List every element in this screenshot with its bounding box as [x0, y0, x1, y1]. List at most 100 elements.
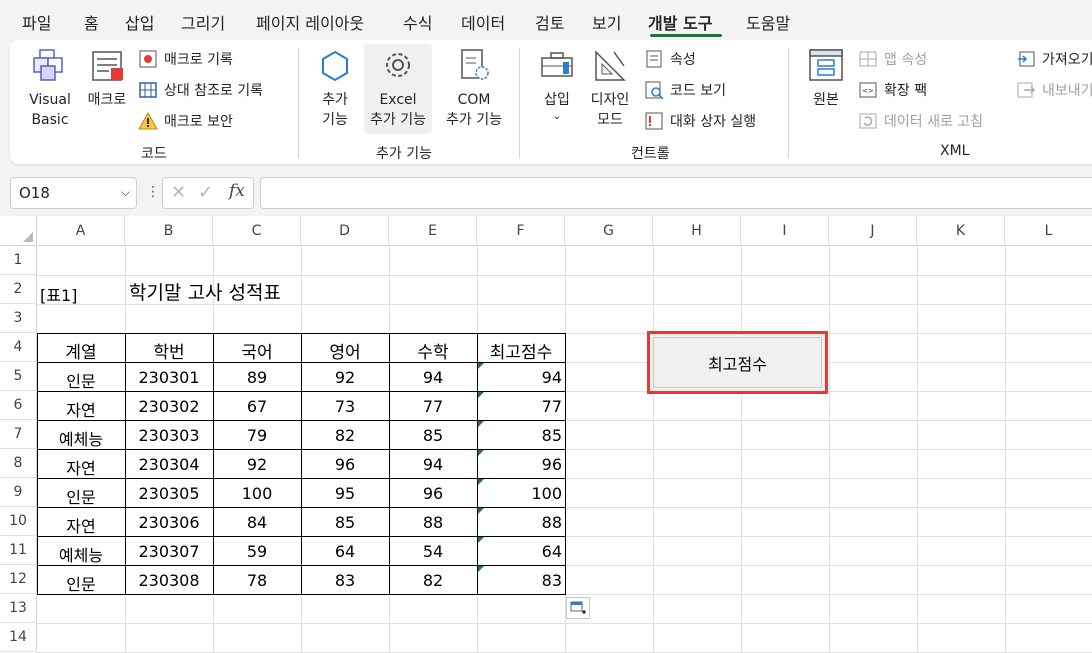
- row-header-10[interactable]: 10: [0, 507, 37, 536]
- design-mode-button[interactable]: 디자인 모드: [584, 46, 636, 130]
- table-cell[interactable]: 88: [477, 513, 565, 532]
- row-header-2[interactable]: 2: [0, 275, 37, 304]
- row-header-14[interactable]: 14: [0, 623, 37, 652]
- table-cell[interactable]: 84: [213, 513, 301, 532]
- table-cell[interactable]: 89: [213, 368, 301, 387]
- macro-security-button[interactable]: 매크로 보안: [138, 111, 233, 131]
- cancel-icon[interactable]: ✕: [171, 182, 186, 203]
- formula-input[interactable]: [260, 177, 1092, 209]
- tab-view[interactable]: 보기: [592, 10, 621, 34]
- table-cell[interactable]: 64: [301, 542, 389, 561]
- table-cell[interactable]: 73: [301, 397, 389, 416]
- error-indicator-icon[interactable]: [478, 421, 484, 427]
- row-header-11[interactable]: 11: [0, 536, 37, 565]
- table-cell[interactable]: 인문: [37, 484, 125, 508]
- row-header-13[interactable]: 13: [0, 594, 37, 623]
- table-cell[interactable]: 230308: [125, 571, 213, 590]
- error-indicator-icon[interactable]: [478, 479, 484, 485]
- add-ins-button[interactable]: 추가 기능: [312, 46, 358, 130]
- error-indicator-icon[interactable]: [478, 537, 484, 543]
- max-score-macro-button[interactable]: 최고점수: [653, 337, 822, 388]
- table-cell[interactable]: 230301: [125, 368, 213, 387]
- confirm-icon[interactable]: ✓: [198, 182, 213, 203]
- select-all-corner[interactable]: [0, 216, 37, 246]
- column-header-a[interactable]: A: [37, 216, 125, 246]
- table-label-cell[interactable]: [표1]: [40, 282, 77, 306]
- row-header-4[interactable]: 4: [0, 333, 37, 362]
- tab-file[interactable]: 파일: [22, 10, 51, 34]
- column-header-k[interactable]: K: [917, 216, 1005, 246]
- row-header-9[interactable]: 9: [0, 478, 37, 507]
- tab-help[interactable]: 도움말: [746, 10, 790, 34]
- expansion-packs-button[interactable]: <> 확장 팩: [858, 80, 927, 100]
- run-dialog-button[interactable]: 대화 상자 실행: [644, 111, 756, 131]
- row-header-5[interactable]: 5: [0, 362, 37, 391]
- sheet-title-cell[interactable]: 학기말 고사 성적표: [129, 278, 281, 305]
- error-indicator-icon[interactable]: [478, 566, 484, 572]
- row-header-3[interactable]: 3: [0, 304, 37, 333]
- table-cell[interactable]: 230304: [125, 455, 213, 474]
- error-indicator-icon[interactable]: [478, 508, 484, 514]
- table-cell[interactable]: 92: [213, 455, 301, 474]
- table-cell[interactable]: 100: [477, 484, 565, 503]
- table-cell[interactable]: 85: [301, 513, 389, 532]
- column-header-e[interactable]: E: [389, 216, 477, 246]
- table-header-cell[interactable]: 계열: [37, 338, 125, 363]
- column-header-b[interactable]: B: [125, 216, 213, 246]
- table-cell[interactable]: 54: [389, 542, 477, 561]
- xml-source-button[interactable]: 원본: [800, 46, 852, 110]
- table-cell[interactable]: 예체능: [37, 542, 125, 566]
- insert-function-icon[interactable]: fx: [229, 181, 245, 201]
- tab-insert[interactable]: 삽입: [125, 10, 154, 34]
- record-macro-button[interactable]: 매크로 기록: [138, 49, 233, 69]
- com-add-ins-button[interactable]: COM 추가 기능: [438, 46, 510, 130]
- properties-button[interactable]: 속성: [644, 49, 696, 69]
- table-cell[interactable]: 77: [389, 397, 477, 416]
- table-cell[interactable]: 100: [213, 484, 301, 503]
- table-cell[interactable]: 83: [301, 571, 389, 590]
- import-button[interactable]: 가져오기: [1016, 49, 1092, 69]
- view-code-button[interactable]: 코드 보기: [644, 80, 726, 100]
- table-cell[interactable]: 94: [477, 368, 565, 387]
- tab-home[interactable]: 홈: [84, 10, 99, 34]
- table-cell[interactable]: 82: [301, 426, 389, 445]
- tab-developer[interactable]: 개발 도구: [648, 10, 712, 34]
- table-cell[interactable]: 자연: [37, 397, 125, 421]
- table-header-cell[interactable]: 영어: [301, 338, 389, 363]
- table-cell[interactable]: 94: [389, 368, 477, 387]
- quick-analysis-button[interactable]: [566, 597, 590, 619]
- table-cell[interactable]: 64: [477, 542, 565, 561]
- column-header-j[interactable]: J: [829, 216, 917, 246]
- tab-review[interactable]: 검토: [535, 10, 564, 34]
- row-header-6[interactable]: 6: [0, 391, 37, 420]
- table-cell[interactable]: 인문: [37, 368, 125, 392]
- row-header-8[interactable]: 8: [0, 449, 37, 478]
- table-cell[interactable]: 85: [389, 426, 477, 445]
- row-header-12[interactable]: 12: [0, 565, 37, 594]
- table-cell[interactable]: 92: [301, 368, 389, 387]
- table-cell[interactable]: 96: [477, 455, 565, 474]
- macros-button[interactable]: 매크로: [82, 46, 132, 110]
- table-cell[interactable]: 자연: [37, 513, 125, 537]
- table-cell[interactable]: 230302: [125, 397, 213, 416]
- tab-data[interactable]: 데이터: [461, 10, 505, 34]
- insert-control-button[interactable]: 삽입 ⌄: [532, 46, 582, 124]
- table-cell[interactable]: 59: [213, 542, 301, 561]
- table-cell[interactable]: 83: [477, 571, 565, 590]
- table-cell[interactable]: 94: [389, 455, 477, 474]
- table-cell[interactable]: 96: [389, 484, 477, 503]
- name-box[interactable]: O18 ⌵: [10, 177, 137, 209]
- table-cell[interactable]: 230307: [125, 542, 213, 561]
- error-indicator-icon[interactable]: [478, 450, 484, 456]
- table-header-cell[interactable]: 최고점수: [477, 338, 565, 363]
- table-cell[interactable]: 230303: [125, 426, 213, 445]
- column-header-g[interactable]: G: [565, 216, 653, 246]
- table-cell[interactable]: 95: [301, 484, 389, 503]
- more-options-icon[interactable]: ⋮: [146, 184, 160, 200]
- table-cell[interactable]: 자연: [37, 455, 125, 479]
- column-header-l[interactable]: L: [1005, 216, 1092, 246]
- table-cell[interactable]: 79: [213, 426, 301, 445]
- column-header-c[interactable]: C: [213, 216, 301, 246]
- table-cell[interactable]: 78: [213, 571, 301, 590]
- table-header-cell[interactable]: 국어: [213, 338, 301, 363]
